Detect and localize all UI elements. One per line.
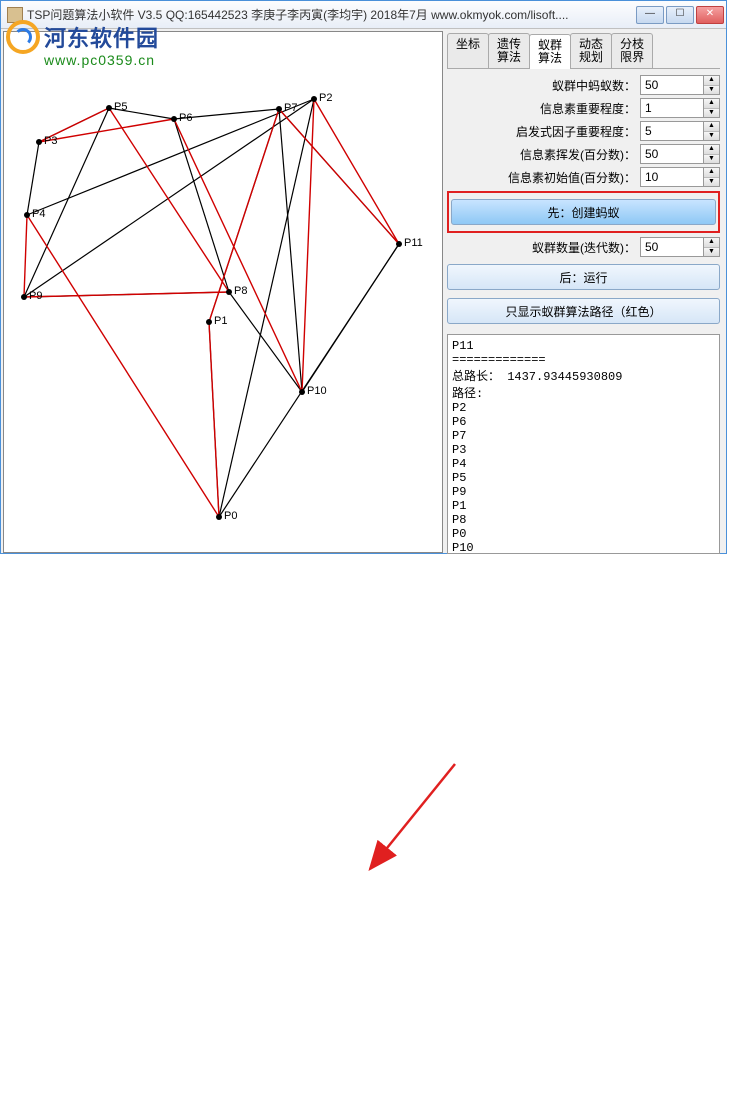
close-button[interactable]: ✕ <box>696 6 724 24</box>
ant-count-label: 蚁群中蚂蚁数： <box>447 77 640 94</box>
initial-label: 信息素初始值(百分数)： <box>447 169 640 186</box>
annotation-arrow <box>0 554 731 1112</box>
ant-count-spinner[interactable]: ▲▼ <box>640 75 720 95</box>
svg-text:P10: P10 <box>307 385 327 397</box>
initial-input[interactable] <box>641 168 703 186</box>
initial-spinner[interactable]: ▲▼ <box>640 167 720 187</box>
heuristic-label: 启发式因子重要程度： <box>447 123 640 140</box>
spin-up-icon[interactable]: ▲ <box>704 76 719 86</box>
pheromone-input[interactable] <box>641 99 703 117</box>
pheromone-label: 信息素重要程度： <box>447 100 640 117</box>
svg-text:P6: P6 <box>179 112 192 124</box>
iterations-input[interactable] <box>641 238 703 256</box>
svg-text:P1: P1 <box>214 315 227 327</box>
create-ants-button[interactable]: 先：创建蚂蚁 <box>451 199 716 225</box>
iterations-spinner[interactable]: ▲▼ <box>640 237 720 257</box>
evaporation-label: 信息素挥发(百分数)： <box>447 146 640 163</box>
svg-text:P0: P0 <box>224 510 237 522</box>
tab-bar: 坐标遗传算法蚁群算法动态规划分枝限界 <box>447 33 720 69</box>
svg-text:P11: P11 <box>404 237 423 249</box>
evaporation-spinner[interactable]: ▲▼ <box>640 144 720 164</box>
svg-text:P3: P3 <box>44 135 57 147</box>
evaporation-input[interactable] <box>641 145 703 163</box>
tab-3[interactable]: 动态规划 <box>570 33 612 68</box>
window-title: TSP问题算法小软件 V3.5 QQ:165442523 李庚子李丙寅(李均宇)… <box>27 6 636 23</box>
svg-text:P5: P5 <box>114 101 127 113</box>
tab-1[interactable]: 遗传算法 <box>488 33 530 68</box>
heuristic-input[interactable] <box>641 122 703 140</box>
ant-count-input[interactable] <box>641 76 703 94</box>
svg-text:P9: P9 <box>29 290 42 302</box>
highlight-annotation: 先：创建蚂蚁 <box>447 191 720 233</box>
spin-down-icon[interactable]: ▼ <box>704 86 719 95</box>
maximize-button[interactable]: ☐ <box>666 6 694 24</box>
pheromone-spinner[interactable]: ▲▼ <box>640 98 720 118</box>
show-path-button[interactable]: 只显示蚁群算法路径（红色） <box>447 298 720 324</box>
svg-text:P2: P2 <box>319 92 332 104</box>
tab-2[interactable]: 蚁群算法 <box>529 34 571 69</box>
titlebar: TSP问题算法小软件 V3.5 QQ:165442523 李庚子李丙寅(李均宇)… <box>1 1 726 29</box>
output-textarea[interactable]: P11 ============= 总路长： 1437.93445930809 … <box>447 334 720 554</box>
iterations-label: 蚁群数量(迭代数)： <box>447 239 640 256</box>
run-button[interactable]: 后：运行 <box>447 264 720 290</box>
svg-text:P7: P7 <box>284 102 297 114</box>
heuristic-spinner[interactable]: ▲▼ <box>640 121 720 141</box>
graph-canvas: P0 P1 P8 P9 P4 P3 P5 P6 P7 P2 P11 P10 <box>3 31 443 553</box>
tab-4[interactable]: 分枝限界 <box>611 33 653 68</box>
svg-text:P4: P4 <box>32 208 45 220</box>
minimize-button[interactable]: — <box>636 6 664 24</box>
svg-text:P8: P8 <box>234 285 247 297</box>
tab-0[interactable]: 坐标 <box>447 33 489 68</box>
app-icon <box>7 7 23 23</box>
